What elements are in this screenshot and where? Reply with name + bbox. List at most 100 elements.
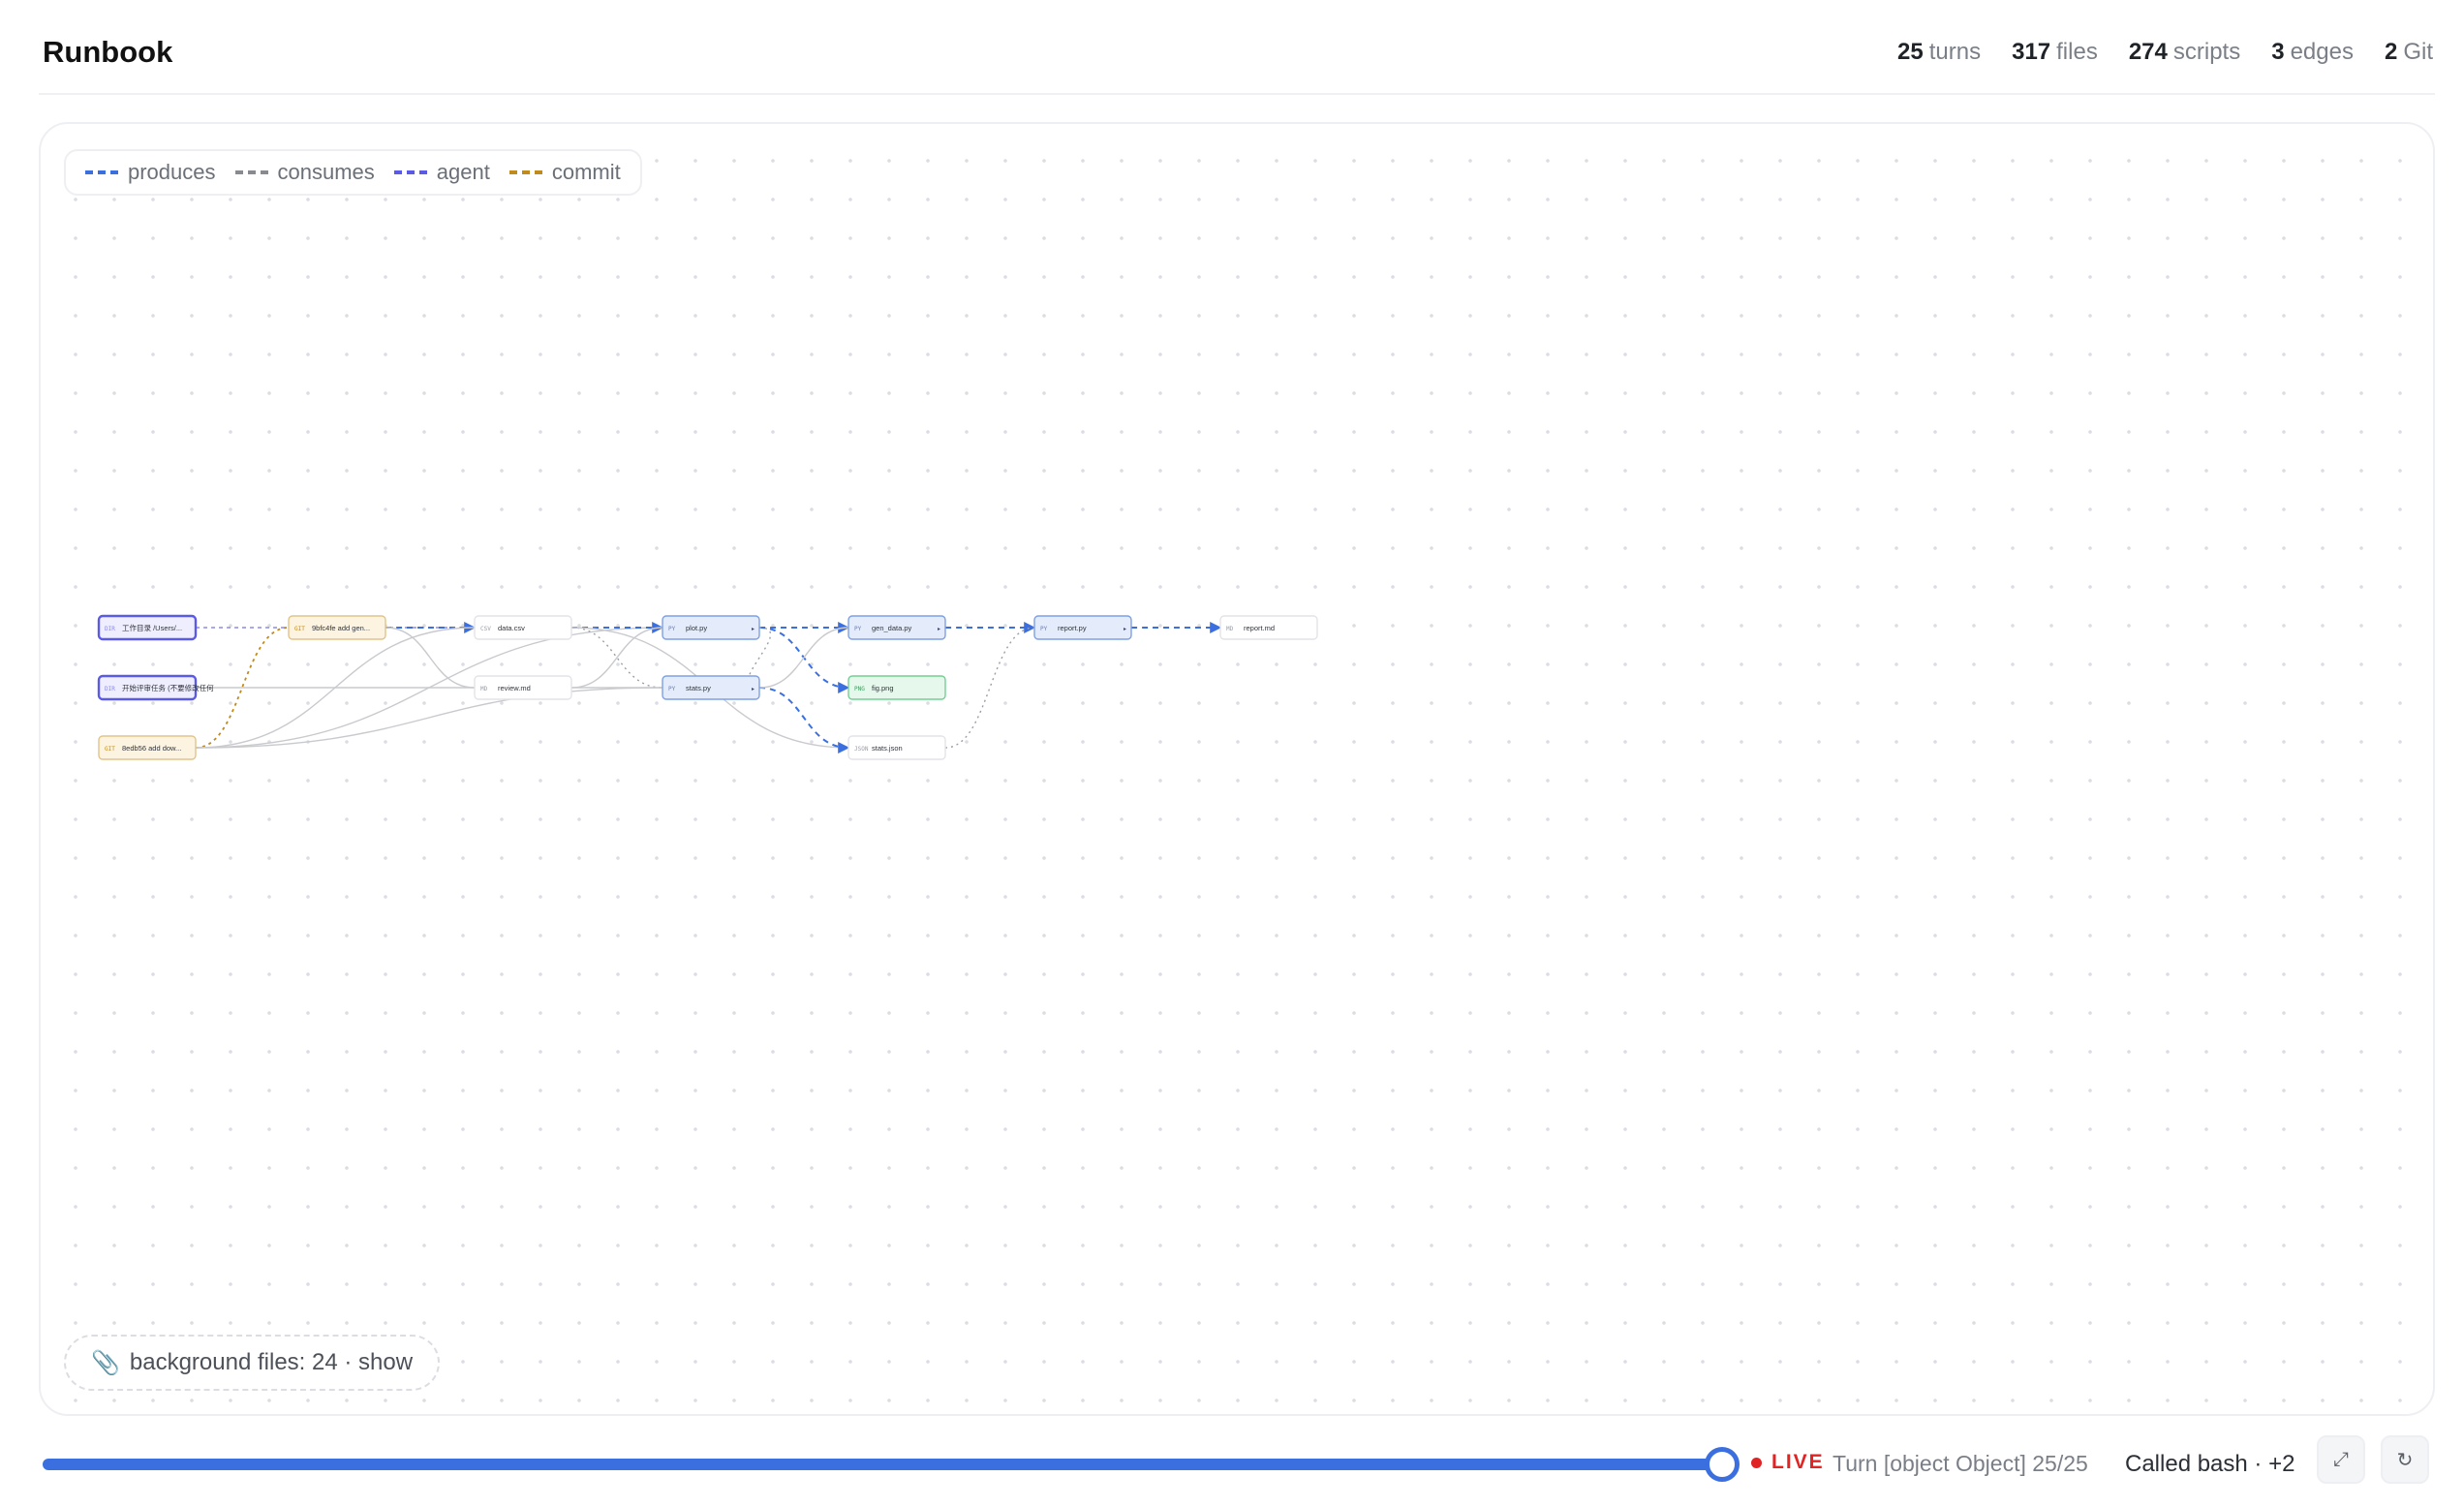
stat-edges-label: edges <box>2290 39 2354 65</box>
stat-turns: 25 turns <box>1897 39 1981 66</box>
dependency-graph[interactable]: DIR 工作目录 /Users/... DIR 开始评审任务 (不要修改任何 GIT 9b… <box>41 124 2435 1416</box>
node-label: data.csv <box>498 624 525 632</box>
edge-review_md-to-plot_py <box>570 627 663 689</box>
edge-legend: produces consumes agent commit <box>64 149 642 196</box>
node-kind-tag: PY <box>1040 626 1048 632</box>
node-label: 工作目录 /Users/... <box>122 623 182 632</box>
live-dot-icon <box>1751 1457 1762 1468</box>
legend-commit-label: commit <box>551 160 621 184</box>
stat-scripts: 274 scripts <box>2129 39 2240 66</box>
turn-slider-track[interactable] <box>43 1459 1726 1470</box>
node-label: 8edb56 add dow... <box>122 744 181 753</box>
legend-produces-swatch <box>85 170 118 174</box>
node-label: gen_data.py <box>872 624 912 632</box>
stat-git: 2 Git <box>2385 39 2433 66</box>
node-kind-tag: DIR <box>105 686 115 692</box>
node-data_csv[interactable]: CSV data.csv <box>474 615 572 640</box>
node-kind-tag: PY <box>668 626 676 632</box>
node-label: stats.json <box>872 744 903 753</box>
reset-icon: ↻ <box>2396 1449 2414 1471</box>
graph-canvas[interactable]: DIR 工作目录 /Users/... DIR 开始评审任务 (不要修改任何 GIT 9b… <box>39 122 2435 1416</box>
live-indicator: LIVE <box>1751 1451 1825 1474</box>
node-kind-tag: MD <box>1226 626 1234 632</box>
stat-turns-count: 25 <box>1897 39 1924 65</box>
node-kind-tag: PY <box>668 686 676 692</box>
legend-agent-swatch <box>393 170 427 174</box>
node-kind-tag: DIR <box>105 626 115 632</box>
paperclip-icon: 📎 <box>91 1349 120 1376</box>
node-commit2[interactable]: GIT 8edb56 add dow... <box>98 735 197 760</box>
node-kind-tag: PNG <box>854 686 865 692</box>
stat-git-count: 2 <box>2384 39 2398 65</box>
node-kind-tag: PY <box>854 626 862 632</box>
node-report_py[interactable]: PY report.py ▸ <box>1033 615 1132 640</box>
app-title: Runbook <box>43 35 173 69</box>
node-kind-tag: GIT <box>294 626 305 632</box>
node-run-icon: ▸ <box>1124 626 1126 632</box>
legend-produces: produces <box>85 160 216 185</box>
legend-consumes-swatch <box>234 170 268 174</box>
stat-scripts-count: 274 <box>2128 39 2168 65</box>
node-workdir[interactable]: DIR 工作目录 /Users/... <box>97 614 198 641</box>
turn-slider-thumb[interactable] <box>1705 1447 1740 1482</box>
node-kind-tag: GIT <box>105 746 115 753</box>
node-report_md[interactable]: MD report.md <box>1219 615 1318 640</box>
stat-files-count: 317 <box>2012 39 2051 65</box>
timeline-bar: LIVE Turn [object Object] 25/25 Called b… <box>39 1435 2435 1493</box>
node-label: review.md <box>498 684 531 692</box>
node-kind-tag: JSON <box>854 746 869 753</box>
node-box[interactable] <box>662 675 760 700</box>
node-label: fig.png <box>872 684 894 692</box>
node-box[interactable] <box>662 615 760 640</box>
legend-produces-label: produces <box>128 160 216 184</box>
node-task[interactable]: DIR 开始评审任务 (不要修改任何 <box>97 674 214 701</box>
node-label: 9bfc4fe add gen... <box>312 624 370 632</box>
node-run-icon: ▸ <box>752 686 755 692</box>
legend-agent: agent <box>393 160 490 185</box>
stat-files-label: files <box>2056 39 2098 65</box>
stat-edges-count: 3 <box>2271 39 2285 65</box>
node-run-icon: ▸ <box>752 626 755 632</box>
expand-icon: ⤢ <box>2333 1448 2349 1470</box>
edge-stats_py-to-gen_data_py <box>758 627 849 689</box>
legend-consumes-label: consumes <box>277 160 375 184</box>
expand-button[interactable]: ⤢ <box>2317 1435 2365 1484</box>
edge-stats_json-to-report_py <box>944 627 1035 749</box>
node-plot_py[interactable]: PY plot.py ▸ <box>662 615 760 640</box>
node-kind-tag: CSV <box>480 626 491 632</box>
node-label: report.md <box>1244 624 1275 632</box>
node-kind-tag: MD <box>480 686 488 692</box>
node-label: plot.py <box>686 624 707 632</box>
stat-edges: 3 edges <box>2271 39 2354 66</box>
edge-commit1-to-review_md <box>385 627 476 689</box>
node-gen_data_py[interactable]: PY gen_data.py ▸ <box>847 615 946 640</box>
stat-turns-label: turns <box>1928 39 1982 65</box>
node-fig_png[interactable]: PNG fig.png <box>847 675 946 700</box>
live-label: LIVE <box>1771 1451 1825 1473</box>
stat-git-label: Git <box>2403 39 2433 65</box>
node-commit1[interactable]: GIT 9bfc4fe add gen... <box>288 615 386 640</box>
header: Runbook 25 turns 317 files 274 scripts 3 edg… <box>39 0 2435 95</box>
node-stats_json[interactable]: JSON stats.json <box>847 735 946 760</box>
node-stats_py[interactable]: PY stats.py ▸ <box>662 675 760 700</box>
node-label: 开始评审任务 (不要修改任何 <box>122 683 214 692</box>
legend-agent-label: agent <box>436 160 490 184</box>
edge-commit2-to-stats_py <box>195 687 663 749</box>
turn-counter: Turn [object Object] 25/25 <box>1833 1451 2088 1476</box>
called-tools[interactable]: Called bash · +2 <box>2125 1451 2295 1478</box>
node-review_md[interactable]: MD review.md <box>474 675 572 700</box>
node-label: stats.py <box>686 684 711 692</box>
turn-slider[interactable] <box>43 1447 1740 1482</box>
stat-files: 317 files <box>2012 39 2098 66</box>
background-files-label: background files: 24 · show <box>129 1349 414 1375</box>
legend-consumes: consumes <box>234 160 375 185</box>
legend-commit: commit <box>508 160 621 185</box>
stats-bar: 25 turns 317 files 274 scripts 3 edges 2 Git <box>1897 39 2433 66</box>
reset-button[interactable]: ↻ <box>2381 1435 2429 1484</box>
background-files-toggle[interactable]: 📎 background files: 24 · show <box>64 1335 441 1391</box>
edge-stats_py-to-stats_json <box>758 687 850 754</box>
node-run-icon: ▸ <box>938 626 940 632</box>
legend-commit-swatch <box>508 170 542 174</box>
stat-scripts-label: scripts <box>2172 39 2241 65</box>
node-label: report.py <box>1058 624 1087 632</box>
